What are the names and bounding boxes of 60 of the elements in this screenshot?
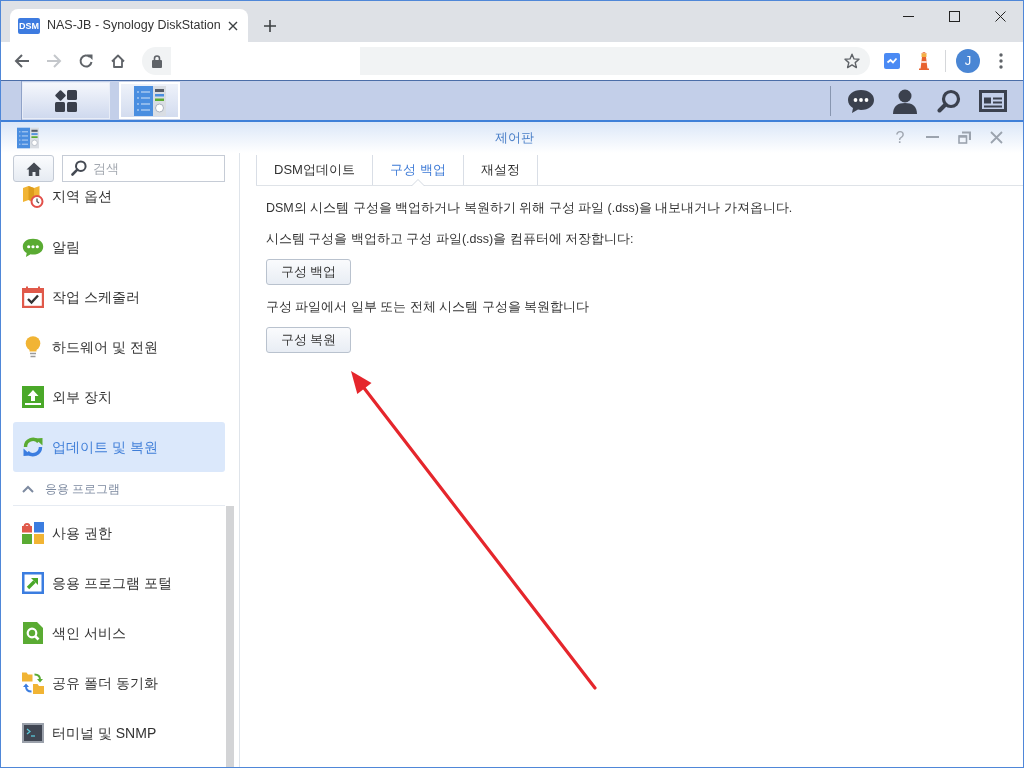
- sync-arrows-icon: [22, 436, 44, 458]
- home-icon[interactable]: [110, 53, 126, 69]
- close-icon[interactable]: [228, 20, 238, 31]
- star-icon[interactable]: [844, 53, 860, 69]
- tab[interactable]: 구성 백업: [371, 155, 463, 185]
- id-card-icon[interactable]: [979, 89, 1007, 112]
- restore-button[interactable]: 구성 복원: [266, 327, 352, 353]
- tab[interactable]: DSM업데이트: [256, 155, 372, 185]
- sidebar-item[interactable]: 사용 권한: [13, 508, 225, 558]
- browser-tab[interactable]: DSM NAS-JB - Synology DiskStation: [10, 9, 248, 42]
- apps-grid-icon: [54, 88, 78, 113]
- section-header[interactable]: 응용 프로그램: [13, 472, 225, 506]
- control-panel-icon: [17, 126, 39, 149]
- sidebar-item[interactable]: 응용 프로그램 포털: [13, 558, 225, 608]
- user-icon[interactable]: [892, 87, 918, 114]
- sidebar-item[interactable]: 색인 서비스: [13, 608, 225, 658]
- tab[interactable]: 재설정: [462, 155, 538, 185]
- sidebar-item[interactable]: 공유 폴더 동기화: [13, 658, 225, 708]
- plus-icon[interactable]: [264, 20, 276, 32]
- control-panel-taskbar-button[interactable]: [119, 82, 180, 119]
- instruction-text: 시스템 구성을 백업하고 구성 파일(.dss)을 컴퓨터에 저장합니다:: [266, 231, 635, 247]
- sidebar-item[interactable]: 하드웨어 및 전원: [13, 322, 225, 372]
- calendar-check-icon: [22, 286, 44, 308]
- chat-icon[interactable]: [847, 87, 875, 114]
- folder-sync-icon: [22, 672, 44, 694]
- backup-button[interactable]: 구성 백업: [266, 259, 352, 285]
- document-search-icon: [23, 622, 43, 644]
- upload-icon: [22, 386, 44, 408]
- back-icon[interactable]: [14, 53, 30, 69]
- instruction-text: 구성 파일에서 일부 또는 전체 시스템 구성을 복원합니다: [266, 299, 591, 315]
- sidebar-item[interactable]: 알림: [13, 222, 225, 272]
- sidebar-item[interactable]: 작업 스케줄러: [13, 272, 225, 322]
- window-title: 제어판: [495, 128, 534, 147]
- main-menu-button[interactable]: [22, 82, 110, 119]
- search-icon[interactable]: [937, 88, 961, 113]
- menu-icon[interactable]: [999, 53, 1003, 69]
- map-clock-icon: [22, 186, 44, 208]
- terminal-icon: [22, 723, 44, 743]
- sidebar-item[interactable]: 터미널 및 SNMP: [13, 708, 225, 758]
- chat-bubble-icon: [22, 236, 44, 258]
- scrollbar-thumb[interactable]: [226, 506, 234, 767]
- site-favicon: DSM: [18, 17, 40, 34]
- arrow-square-icon: [22, 572, 44, 594]
- lock-icon: [152, 54, 162, 68]
- intro-text: DSM의 시스템 구성을 백업하거나 복원하기 위해 구성 파일 (.dss)을 내보내거나 가져옵니다.: [266, 200, 794, 216]
- lock-squares-icon: [22, 522, 44, 544]
- control-panel-icon: [133, 85, 166, 116]
- search-icon: [71, 160, 87, 176]
- close-icon[interactable]: [994, 10, 1006, 22]
- profile-avatar[interactable]: J: [956, 49, 980, 73]
- home-icon: [25, 161, 42, 176]
- sidebar-item[interactable]: 지역 옵션: [13, 185, 225, 222]
- trend-square-icon[interactable]: [884, 53, 900, 69]
- reload-icon[interactable]: [78, 53, 94, 69]
- lightbulb-icon: [25, 336, 41, 358]
- maximize-icon[interactable]: [948, 10, 960, 22]
- home-button[interactable]: [13, 155, 54, 182]
- lighthouse-icon[interactable]: [918, 52, 930, 70]
- search-field[interactable]: 검색: [62, 155, 225, 182]
- sidebar-item[interactable]: 외부 장치: [13, 372, 225, 422]
